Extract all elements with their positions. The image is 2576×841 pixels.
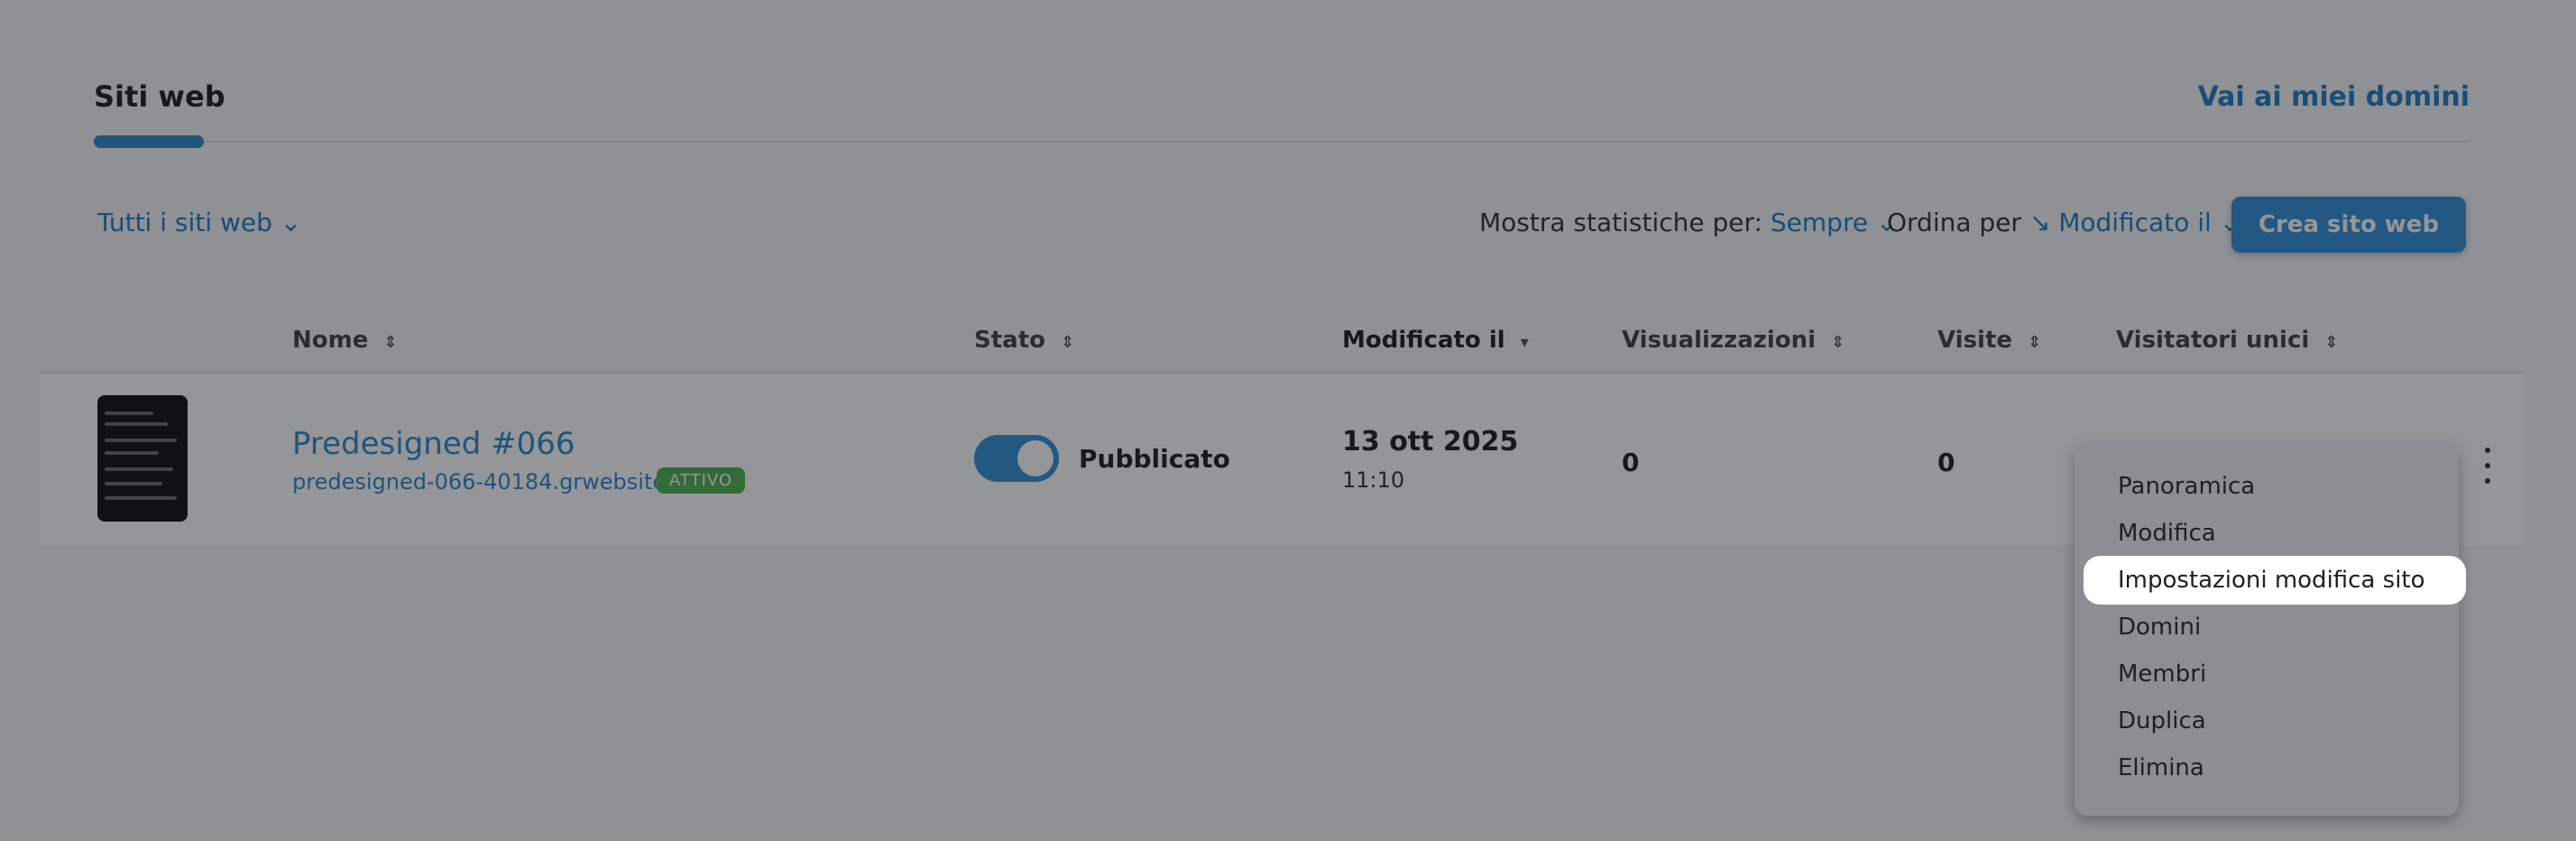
menu-item-members[interactable]: Membri (2084, 650, 2466, 698)
websites-page: Siti web Vai ai miei domini Tutti i siti… (0, 0, 2576, 841)
row-actions-menu: Panoramica Modifica Impostazioni modific… (2075, 442, 2466, 816)
menu-item-delete[interactable]: Elimina (2084, 744, 2466, 792)
menu-item-site-edit-settings[interactable]: Impostazioni modifica sito (2084, 556, 2466, 605)
menu-item-domains[interactable]: Domini (2084, 603, 2466, 652)
menu-item-edit[interactable]: Modifica (2084, 509, 2466, 558)
menu-item-duplicate[interactable]: Duplica (2084, 697, 2466, 745)
menu-item-overview[interactable]: Panoramica (2084, 462, 2466, 511)
